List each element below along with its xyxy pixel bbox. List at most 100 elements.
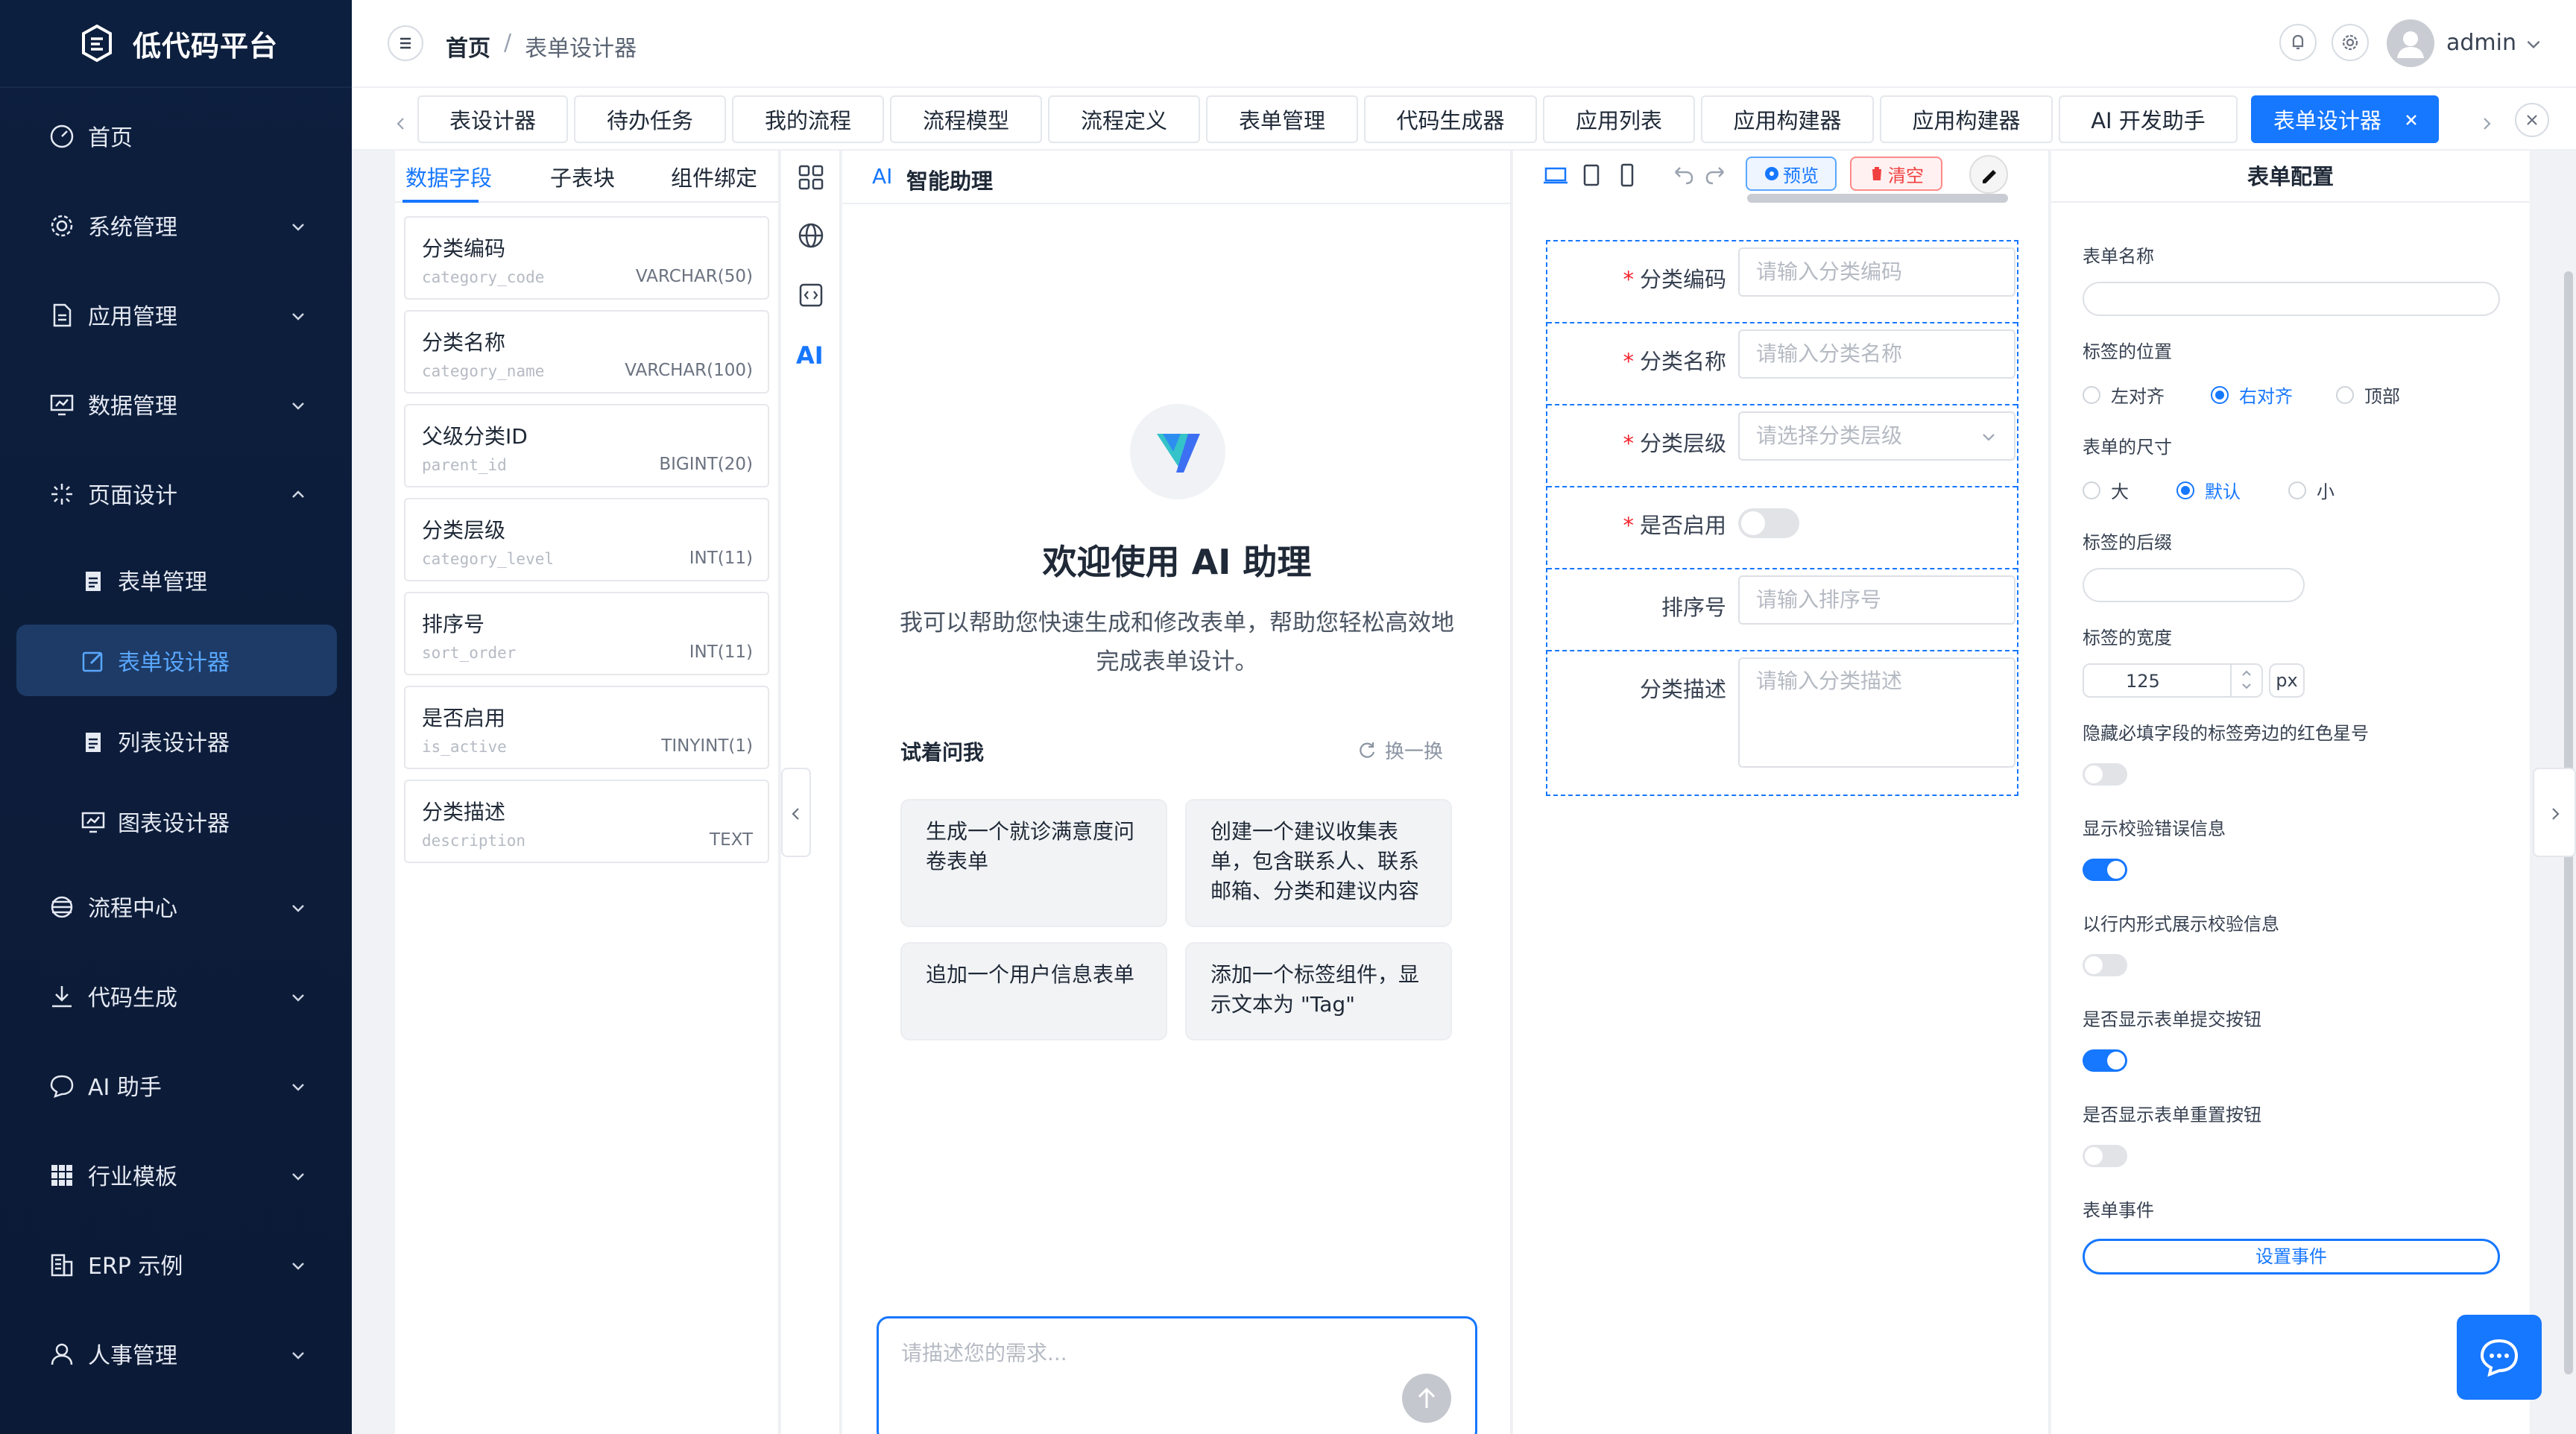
stepper-up-icon[interactable] [2232,665,2261,680]
tab-flow-def[interactable]: 流程定义 [1048,95,1200,143]
close-all-tabs-button[interactable] [2515,103,2549,137]
radio-right-align[interactable]: 右对齐 [2211,382,2293,408]
menu-toggle-button[interactable] [388,25,423,61]
show-reset-button-switch[interactable] [2083,1145,2127,1167]
label-width-input[interactable]: 125 [2083,663,2263,698]
field-item[interactable]: 分类层级 category_level INT(11) [404,498,769,581]
suggestion-card[interactable]: 追加一个用户信息表单 [900,942,1167,1040]
tab-app-builder-2[interactable]: 应用构建器 [1880,95,2053,143]
form-row[interactable]: * 分类层级 请选择分类层级 [1547,405,2017,487]
avatar[interactable] [2387,19,2434,67]
tab-data-fields[interactable]: 数据字段 [405,161,492,192]
desktop-icon[interactable] [1543,162,1568,188]
components-icon[interactable] [796,162,826,192]
clear-button[interactable]: 清空 [1850,157,1942,191]
sidebar-item-ai[interactable]: AI 助手 [16,1049,337,1121]
chevron-left-icon[interactable] [392,115,410,133]
form-row[interactable]: * 是否启用 [1547,487,2017,569]
field-item[interactable]: 分类描述 description TEXT [404,780,769,863]
tab-component-binding[interactable]: 组件绑定 [671,161,757,192]
code-icon[interactable] [796,280,826,310]
breadcrumb-home[interactable]: 首页 [446,30,490,63]
sidebar-item-hr[interactable]: 人事管理 [16,1318,337,1389]
tab-my-flow[interactable]: 我的流程 [732,95,884,143]
sidebar-item-apps[interactable]: 应用管理 [16,279,337,350]
tab-ai-dev[interactable]: AI 开发助手 [2059,95,2238,143]
set-events-button[interactable]: 设置事件 [2083,1239,2500,1275]
category-name-input[interactable]: 请输入分类名称 [1738,329,2015,379]
settings-button[interactable] [2332,24,2369,61]
sidebar-item-system[interactable]: 系统管理 [16,189,337,261]
close-icon[interactable] [2403,112,2419,128]
category-code-input[interactable]: 请输入分类编码 [1738,247,2015,297]
sidebar-item-list-designer[interactable]: 列表设计器 [16,705,337,777]
username[interactable]: admin [2446,30,2516,56]
notification-button[interactable] [2279,24,2317,61]
sidebar-item-form-manage[interactable]: 表单管理 [16,544,337,616]
field-item[interactable]: 排序号 sort_order INT(11) [404,592,769,675]
tab-app-list[interactable]: 应用列表 [1543,95,1695,143]
field-item[interactable]: 分类编码 category_code VARCHAR(50) [404,216,769,300]
description-textarea[interactable]: 请输入分类描述 [1738,657,2015,768]
stepper-buttons[interactable] [2230,665,2261,696]
chat-fab-button[interactable] [2457,1315,2542,1400]
radio-size-large[interactable]: 大 [2083,477,2129,503]
send-button[interactable] [1402,1374,1451,1423]
field-item[interactable]: 父级分类ID parent_id BIGINT(20) [404,404,769,487]
undo-icon[interactable] [1670,162,1695,188]
tab-app-builder[interactable]: 应用构建器 [1701,95,1874,143]
hide-required-asterisk-switch[interactable] [2083,763,2127,786]
redo-icon[interactable] [1704,162,1729,188]
tab-todo[interactable]: 待办任务 [574,95,726,143]
preview-button[interactable]: 预览 [1746,157,1837,191]
suggestion-card[interactable]: 创建一个建议收集表单，包含联系人、联系邮箱、分类和建议内容 [1185,799,1452,927]
tab-table-designer[interactable]: 表设计器 [417,95,568,143]
is-active-switch[interactable] [1738,508,1799,538]
field-item[interactable]: 是否启用 is_active TINYINT(1) [404,686,769,769]
form-row[interactable]: * 分类编码 请输入分类编码 [1547,241,2017,323]
form-row[interactable]: 排序号 请输入排序号 [1547,569,2017,651]
stepper-down-icon[interactable] [2232,680,2261,695]
ai-icon[interactable]: AI [796,341,826,371]
radio-top-align[interactable]: 顶部 [2336,382,2400,408]
form-row[interactable]: 分类描述 请输入分类描述 [1547,651,2017,795]
collapse-left-button[interactable] [781,768,811,857]
sidebar-item-home[interactable]: 首页 [16,100,337,171]
tab-form-manage[interactable]: 表单管理 [1206,95,1358,143]
tab-subtable[interactable]: 子表块 [550,161,615,192]
suggestion-card[interactable]: 添加一个标签组件，显示文本为 "Tag" [1185,942,1452,1040]
category-level-select[interactable]: 请选择分类层级 [1738,411,2015,461]
edit-json-button[interactable] [1969,155,2008,194]
radio-size-default[interactable]: 默认 [2176,477,2241,503]
inline-validation-switch[interactable] [2083,954,2127,976]
sidebar-item-form-designer[interactable]: 表单设计器 [16,625,337,696]
show-validation-error-switch[interactable] [2083,859,2127,881]
radio-size-small[interactable]: 小 [2288,477,2334,503]
prompt-input[interactable] [901,1341,1348,1365]
sidebar-item-data[interactable]: 数据管理 [16,368,337,440]
mobile-icon[interactable] [1614,162,1640,188]
globe-icon[interactable] [796,221,826,250]
sidebar-item-codegen[interactable]: 代码生成 [16,960,337,1032]
form-row[interactable]: * 分类名称 请输入分类名称 [1547,323,2017,405]
horizontal-scrollbar[interactable] [1747,194,2008,203]
tab-form-designer[interactable]: 表单设计器 [2251,95,2439,143]
tab-flow-model[interactable]: 流程模型 [890,95,1042,143]
chevron-down-icon[interactable] [2524,34,2543,54]
chevron-right-icon[interactable] [2478,115,2496,133]
suggestion-card[interactable]: 生成一个就诊满意度问卷表单 [900,799,1167,927]
sidebar-item-page-design[interactable]: 页面设计 [16,458,337,529]
app-logo[interactable]: 低代码平台 [0,0,352,88]
radio-left-align[interactable]: 左对齐 [2083,382,2165,408]
sidebar-item-flow[interactable]: 流程中心 [16,871,337,942]
collapse-right-button[interactable] [2533,768,2576,857]
label-suffix-input[interactable] [2083,568,2305,602]
show-submit-button-switch[interactable] [2083,1049,2127,1072]
sidebar-item-erp[interactable]: ERP 示例 [16,1228,337,1300]
field-item[interactable]: 分类名称 category_name VARCHAR(100) [404,310,769,394]
sidebar-item-templates[interactable]: 行业模板 [16,1139,337,1210]
tablet-icon[interactable] [1579,162,1604,188]
form-name-input[interactable] [2083,282,2500,316]
sort-order-input[interactable]: 请输入排序号 [1738,575,2015,625]
refresh-suggestions-button[interactable]: 换一换 [1357,736,1443,764]
